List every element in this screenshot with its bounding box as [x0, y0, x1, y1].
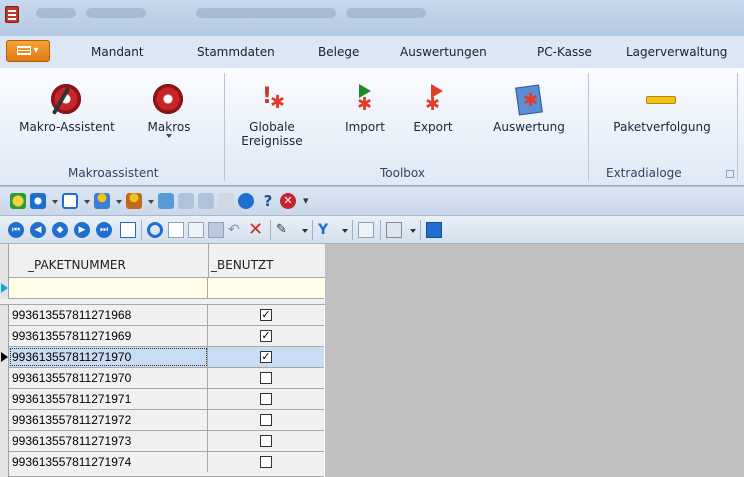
first-record-icon[interactable]: ⏮	[8, 222, 24, 238]
chevron-down-icon	[166, 134, 172, 138]
paketnummer-cell[interactable]: 993613557811271971	[9, 389, 208, 409]
globale-ereignisse-button[interactable]: ! ✱ Globale Ereignisse	[236, 84, 308, 149]
help-icon[interactable]: ?	[260, 193, 276, 209]
grid-view-icon[interactable]	[120, 222, 136, 238]
export-button[interactable]: ✱ Export	[408, 84, 458, 134]
hierarchy-icon[interactable]	[62, 193, 78, 209]
benutzt-checkbox[interactable]: ✓	[260, 330, 272, 342]
quick-access-toolbar	[0, 187, 744, 216]
qat-blur	[36, 8, 76, 18]
table-row[interactable]: 993613557811271968 ✓	[9, 305, 324, 326]
qat-blur	[86, 8, 146, 18]
undo-icon[interactable]: ↶	[228, 222, 244, 238]
benutzt-checkbox[interactable]	[260, 393, 272, 405]
tab-pc-kasse[interactable]: PC-Kasse	[537, 45, 592, 59]
exclamation-wand-icon: ! ✱	[262, 84, 286, 113]
title-bar	[0, 0, 744, 36]
new-row[interactable]	[9, 278, 324, 299]
menu-grid-icon	[17, 45, 32, 55]
benutzt-checkbox[interactable]	[260, 372, 272, 384]
table-row[interactable]: 993613557811271971	[9, 389, 324, 410]
last-record-icon[interactable]: ⏭	[96, 222, 112, 238]
help-globe-icon[interactable]	[30, 193, 46, 209]
group-caption-toolbox: Toolbox	[380, 166, 425, 180]
makro-assistent-button[interactable]: Makro-Assistent	[12, 84, 122, 134]
tab-auswertungen[interactable]: Auswertungen	[400, 45, 487, 59]
import-button[interactable]: ✱ Import	[340, 84, 390, 134]
group-caption-makroassistent: Makroassistent	[68, 166, 159, 180]
print-icon[interactable]	[218, 193, 234, 209]
makros-button[interactable]: Makros	[140, 84, 198, 138]
import-flag-icon: ✱	[349, 84, 381, 118]
paketnummer-cell[interactable]: 993613557811271974	[9, 452, 208, 472]
tab-mandant[interactable]: Mandant	[91, 45, 144, 59]
paketnummer-cell[interactable]: 993613557811271970	[9, 347, 208, 367]
group-caption-extradialoge: Extradialoge	[606, 166, 682, 180]
table-row[interactable]: 993613557811271970	[9, 368, 324, 389]
column-header-paketnummer[interactable]: _PAKETNUMMER	[28, 258, 126, 272]
paketnummer-cell[interactable]: 993613557811271973	[9, 431, 208, 451]
paketnummer-cell[interactable]: 993613557811271970	[9, 368, 208, 388]
benutzt-checkbox[interactable]	[260, 435, 272, 447]
move-record-icon[interactable]: ◆	[52, 222, 68, 238]
table-row[interactable]: 993613557811271972	[9, 410, 324, 431]
window-title-blur	[196, 8, 336, 18]
table-row[interactable]: 993613557811271969 ✓	[9, 326, 324, 347]
paketnummer-cell[interactable]: 993613557811271968	[9, 305, 208, 325]
close-circle-icon[interactable]: ✕	[280, 193, 296, 209]
exit-icon[interactable]	[426, 222, 442, 238]
gear-icon	[153, 84, 183, 114]
app-icon[interactable]	[5, 6, 19, 23]
next-record-icon[interactable]: ▶	[74, 222, 90, 238]
benutzt-checkbox[interactable]: ✓	[260, 309, 272, 321]
report-wand-icon: ✱	[513, 84, 545, 118]
auswertung-button[interactable]: ✱ Auswertung	[485, 84, 573, 134]
qat-customize-icon[interactable]: ▾	[303, 194, 309, 207]
current-row-indicator-icon	[1, 352, 8, 362]
select-icon[interactable]	[358, 222, 374, 238]
printer-icon[interactable]	[386, 222, 402, 238]
paketnummer-cell[interactable]: 993613557811271972	[9, 410, 208, 430]
delete-icon[interactable]: ✕	[248, 221, 264, 239]
filter-icon[interactable]: Y	[318, 222, 334, 238]
tab-belege[interactable]: Belege	[318, 45, 359, 59]
export-flag-icon: ✱	[417, 84, 449, 118]
benutzt-checkbox[interactable]: ✓	[260, 351, 272, 363]
prev-record-icon[interactable]: ◀	[30, 222, 46, 238]
copy-record-icon[interactable]	[188, 222, 204, 238]
paketnummer-cell[interactable]: 993613557811271969	[9, 326, 208, 346]
new-row-indicator-icon	[1, 283, 8, 293]
reload-icon[interactable]	[147, 222, 163, 238]
package-tracking-icon	[642, 84, 682, 118]
benutzt-checkbox[interactable]	[260, 414, 272, 426]
ship-icon[interactable]	[158, 193, 174, 209]
tab-lagerverwaltung[interactable]: Lagerverwaltung	[626, 45, 727, 59]
table-row[interactable]: 993613557811271974	[9, 452, 324, 477]
table-row-selected[interactable]: 993613557811271970 ✓	[9, 347, 324, 368]
window-title-blur	[346, 8, 426, 18]
form-icon[interactable]	[198, 193, 214, 209]
globe-icon[interactable]	[238, 193, 254, 209]
tab-stammdaten[interactable]: Stammdaten	[197, 45, 275, 59]
paketverfolgung-button[interactable]: Paketverfolgung	[598, 84, 726, 134]
table-icon[interactable]	[178, 193, 194, 209]
dialog-launcher-icon[interactable]	[726, 170, 734, 178]
table-row[interactable]: 993613557811271973	[9, 431, 324, 452]
user-group-icon[interactable]	[126, 193, 142, 209]
pin-icon[interactable]: ✎	[276, 222, 292, 238]
refresh-icon[interactable]	[10, 193, 26, 209]
application-menu-button[interactable]: ▾	[6, 40, 50, 62]
new-record-icon[interactable]	[168, 222, 184, 238]
column-header-benutzt[interactable]: _BENUTZT	[211, 258, 273, 272]
user-icon[interactable]	[94, 193, 110, 209]
benutzt-checkbox[interactable]	[260, 456, 272, 468]
save-icon[interactable]	[208, 222, 224, 238]
